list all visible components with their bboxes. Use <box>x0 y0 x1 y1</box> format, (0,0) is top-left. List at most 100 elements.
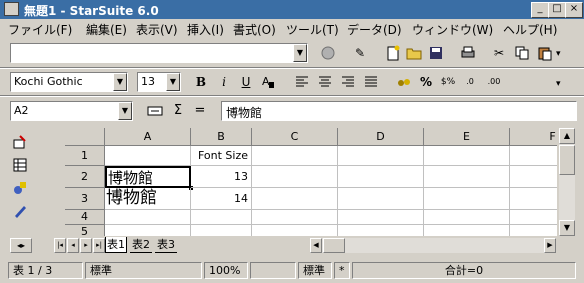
add-decimal-icon[interactable]: .0 <box>460 72 480 92</box>
close-button[interactable]: × <box>565 2 583 18</box>
menu-edit[interactable]: 編集(E) <box>86 21 127 38</box>
next-sheet-arrow[interactable]: ▸ <box>80 238 92 253</box>
sheet-tab-3[interactable]: 表3 <box>155 237 177 253</box>
grid-cell[interactable] <box>105 225 191 236</box>
percent-format-icon[interactable]: % <box>416 72 436 92</box>
grid-cell[interactable] <box>105 146 191 166</box>
row-header-2[interactable]: 2 <box>65 166 105 188</box>
vertical-scrollbar[interactable]: ▲ ▼ <box>559 128 575 236</box>
grid-cell[interactable] <box>510 210 557 225</box>
stop-loading-icon[interactable] <box>318 43 338 63</box>
new-document-icon[interactable] <box>383 43 403 63</box>
grid-cell[interactable] <box>338 146 424 166</box>
row-header-5[interactable]: 5 <box>65 225 105 236</box>
cell-a2[interactable]: 博物館 <box>105 166 191 188</box>
window-menu-icon[interactable] <box>4 2 19 16</box>
scroll-down-arrow[interactable]: ▼ <box>559 220 575 236</box>
grid-cell[interactable] <box>191 225 252 236</box>
horizontal-scroll-thumb[interactable] <box>323 238 345 253</box>
last-sheet-arrow[interactable]: ▸| <box>93 238 105 253</box>
status-zoom[interactable]: 100% <box>204 262 248 279</box>
grid-cell[interactable] <box>252 166 338 188</box>
url-dropdown-arrow[interactable]: ▼ <box>293 44 307 62</box>
insert-cells-icon[interactable] <box>10 155 30 175</box>
open-folder-icon[interactable] <box>404 43 424 63</box>
row-header-3[interactable]: 3 <box>65 188 105 210</box>
grid-cell[interactable] <box>338 188 424 210</box>
grid-cell[interactable] <box>252 210 338 225</box>
scroll-up-arrow[interactable]: ▲ <box>559 128 575 144</box>
sheet-tab-1[interactable]: 表1 <box>105 237 127 253</box>
standard-format-icon[interactable]: $% <box>438 72 458 92</box>
grid-cell[interactable] <box>338 210 424 225</box>
edit-file-icon[interactable]: ✎ <box>350 43 370 63</box>
font-name-combobox[interactable]: Kochi Gothic ▼ <box>10 72 128 92</box>
column-header-b[interactable]: B <box>191 128 252 146</box>
menu-file[interactable]: ファイル(F) <box>8 21 72 38</box>
grid-cell[interactable] <box>424 166 510 188</box>
menu-tools[interactable]: ツール(T) <box>286 21 339 38</box>
sheet-tab-2[interactable]: 表2 <box>130 237 152 253</box>
maximize-button[interactable]: □ <box>548 2 566 18</box>
name-box-value[interactable]: A2 <box>14 104 29 117</box>
grid-cell[interactable] <box>510 146 557 166</box>
paste-icon[interactable] <box>535 43 555 63</box>
cell-b3[interactable]: 14 <box>191 188 252 210</box>
grid-cell[interactable] <box>338 225 424 236</box>
grid-cell[interactable] <box>191 210 252 225</box>
insert-object-icon[interactable] <box>10 178 30 198</box>
menu-data[interactable]: データ(D) <box>347 21 402 38</box>
grid-cell[interactable] <box>252 188 338 210</box>
function-button[interactable]: = <box>190 101 210 121</box>
prev-sheet-arrow[interactable]: ◂ <box>67 238 79 253</box>
insert-chart-icon[interactable] <box>10 132 30 152</box>
horizontal-scrollbar[interactable]: ◀ ▶ <box>310 238 556 253</box>
copy-icon[interactable] <box>512 43 532 63</box>
font-size-value[interactable]: 13 <box>141 75 155 88</box>
scroll-left-arrow[interactable]: ◀ <box>310 238 322 253</box>
menu-help[interactable]: ヘルプ(H) <box>503 21 557 38</box>
column-header-f[interactable]: F <box>510 128 557 146</box>
toolbar-more-icon[interactable]: ▾ <box>556 49 561 59</box>
grid-cell[interactable] <box>510 188 557 210</box>
font-name-dropdown-arrow[interactable]: ▼ <box>113 73 127 91</box>
spellcheck-icon[interactable] <box>10 201 30 221</box>
column-header-a[interactable]: A <box>105 128 191 146</box>
name-box-dropdown-arrow[interactable]: ▼ <box>118 102 132 120</box>
font-size-dropdown-arrow[interactable]: ▼ <box>166 73 180 91</box>
font-name-value[interactable]: Kochi Gothic <box>14 75 83 88</box>
grid-cell[interactable] <box>424 188 510 210</box>
remove-decimal-icon[interactable]: .00 <box>484 72 504 92</box>
function-wizard-icon[interactable] <box>145 101 165 121</box>
name-box[interactable]: A2 ▼ <box>10 101 133 121</box>
url-combobox[interactable]: ▼ <box>10 43 308 63</box>
grid-cell[interactable] <box>338 166 424 188</box>
sum-button[interactable]: Σ <box>168 101 188 121</box>
column-header-c[interactable]: C <box>252 128 338 146</box>
split-handle-icon[interactable]: ◂▸ <box>10 238 32 253</box>
grid-cell[interactable] <box>510 166 557 188</box>
row-header-1[interactable]: 1 <box>65 146 105 166</box>
menu-window[interactable]: ウィンドウ(W) <box>412 21 493 38</box>
underline-button[interactable]: U <box>236 72 256 92</box>
column-header-e[interactable]: E <box>424 128 510 146</box>
grid-cell[interactable] <box>424 146 510 166</box>
minimize-button[interactable]: _ <box>531 2 549 18</box>
align-left-icon[interactable] <box>292 72 312 92</box>
save-icon[interactable] <box>426 43 446 63</box>
currency-format-icon[interactable] <box>394 72 414 92</box>
first-sheet-arrow[interactable]: |◂ <box>54 238 66 253</box>
italic-button[interactable]: i <box>214 72 234 92</box>
format-toolbar-more-icon[interactable]: ▾ <box>556 79 561 89</box>
formula-input[interactable]: 博物館 <box>221 101 577 121</box>
cell-b2[interactable]: 13 <box>191 166 252 188</box>
menu-insert[interactable]: 挿入(I) <box>187 21 224 38</box>
cell-a3[interactable]: 博物館 <box>105 188 191 210</box>
cut-icon[interactable]: ✂ <box>489 43 509 63</box>
select-all-corner[interactable] <box>65 128 105 146</box>
vertical-scroll-thumb[interactable] <box>559 145 575 175</box>
grid-cell[interactable] <box>424 225 510 236</box>
column-header-d[interactable]: D <box>338 128 424 146</box>
grid-cell[interactable] <box>105 210 191 225</box>
print-icon[interactable] <box>458 43 478 63</box>
